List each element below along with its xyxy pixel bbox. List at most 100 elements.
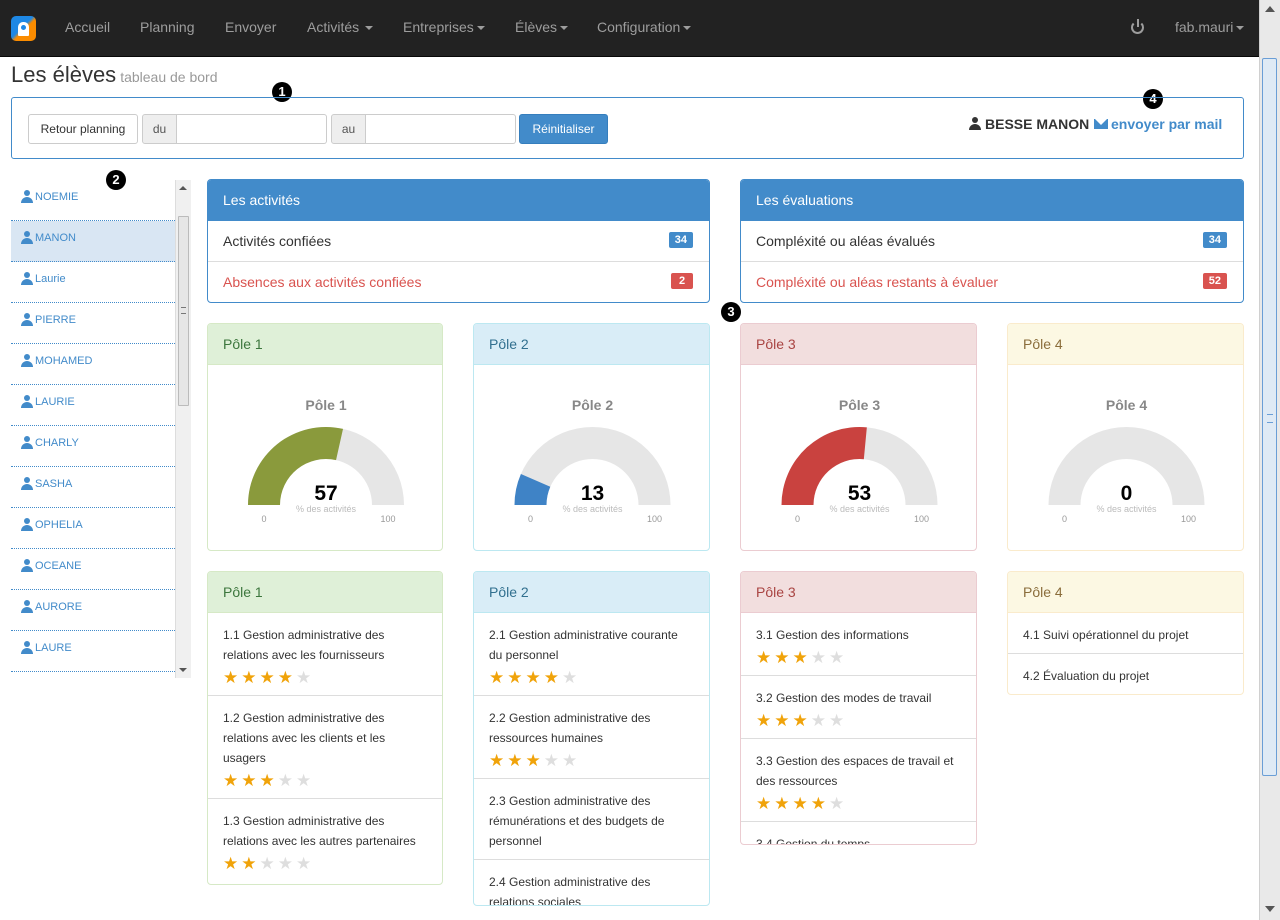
skill-item[interactable]: 2.2 Gestion administrative des ressource… bbox=[474, 696, 709, 779]
skill-label: 2.3 Gestion administrative des rémunérat… bbox=[489, 794, 665, 848]
student-item[interactable]: OPHELIA bbox=[11, 508, 175, 549]
caret-down-icon bbox=[476, 26, 485, 31]
student-item[interactable]: NOEMIE bbox=[11, 180, 175, 221]
user-icon bbox=[21, 190, 33, 203]
evaluations-done-row[interactable]: Compléxité ou aléas évalués 34 bbox=[741, 221, 1243, 262]
nav-configuration-label: Configuration bbox=[597, 19, 681, 35]
star-icon: ★ bbox=[756, 648, 772, 667]
skill-item[interactable]: 3.1 Gestion des informations ★ ★ ★ ★ ★ bbox=[741, 613, 976, 676]
user-icon bbox=[21, 559, 33, 572]
gauge-panel-pole-4: Pôle 4 Pôle 4 0% des activités 0 100 bbox=[1007, 323, 1244, 551]
student-item[interactable]: MANON bbox=[11, 221, 175, 262]
student-item[interactable]: CHARLY bbox=[11, 426, 175, 467]
caret-down-icon bbox=[365, 26, 374, 31]
activities-assigned-row[interactable]: Activités confiées 34 bbox=[208, 221, 709, 262]
student-item[interactable]: MOHAMED bbox=[11, 344, 175, 385]
student-list-scrollbar[interactable] bbox=[175, 180, 191, 678]
gauge-panel-pole-3: Pôle 3 Pôle 3 53% des activités 0 100 bbox=[740, 323, 977, 551]
gauge-unit: % des activités bbox=[829, 504, 890, 514]
skill-item[interactable]: 2.3 Gestion administrative des rémunérat… bbox=[474, 779, 709, 860]
star-rating: ★ ★ ★ ★ ★ bbox=[756, 795, 961, 813]
user-menu-dropdown[interactable]: fab.mauri bbox=[1175, 19, 1245, 35]
window-scrollbar[interactable] bbox=[1259, 0, 1280, 920]
selected-student: BESSE MANON bbox=[969, 116, 1089, 132]
scroll-down-arrow-icon[interactable] bbox=[179, 668, 187, 672]
user-icon bbox=[21, 600, 33, 613]
gauge-chart: Pôle 2 13% des activités 0 100 bbox=[514, 397, 671, 524]
skill-item[interactable]: 3.2 Gestion des modes de travail ★ ★ ★ ★ ★ bbox=[741, 676, 976, 739]
skill-item[interactable]: 2.4 Gestion administrative des relations… bbox=[474, 860, 709, 905]
student-name: MANON bbox=[35, 232, 76, 244]
nav-planning[interactable]: Planning bbox=[140, 19, 195, 35]
nav-envoyer[interactable]: Envoyer bbox=[225, 19, 276, 35]
scroll-down-arrow-icon[interactable] bbox=[1265, 906, 1275, 912]
skill-item[interactable]: 1.1 Gestion administrative des relations… bbox=[208, 613, 442, 696]
student-item[interactable]: LAURIE bbox=[11, 385, 175, 426]
gauge-unit: % des activités bbox=[296, 504, 357, 514]
student-item[interactable]: LAURE bbox=[11, 631, 175, 672]
student-name: LAURIE bbox=[35, 396, 75, 408]
skill-item[interactable]: 4.1 Suivi opérationnel du projet bbox=[1008, 613, 1243, 654]
gauge-unit: % des activités bbox=[1096, 504, 1157, 514]
scroll-up-arrow-icon[interactable] bbox=[179, 186, 187, 190]
nav-activites-dropdown[interactable]: Activités bbox=[307, 19, 374, 35]
user-icon bbox=[969, 117, 981, 130]
user-icon bbox=[21, 436, 33, 449]
caret-down-icon bbox=[560, 26, 569, 31]
student-list-scroll-thumb[interactable] bbox=[178, 216, 189, 406]
power-icon[interactable] bbox=[1131, 19, 1144, 34]
skill-item[interactable]: 3.4 Gestion du temps★★★★★ bbox=[741, 822, 976, 844]
user-icon bbox=[21, 395, 33, 408]
activities-heading: Les activités bbox=[208, 180, 709, 221]
window-scroll-thumb[interactable] bbox=[1262, 58, 1277, 776]
evaluations-remaining-row[interactable]: Compléxité ou aléas restants à évaluer 52 bbox=[741, 262, 1243, 302]
date-from-input[interactable] bbox=[177, 114, 327, 144]
skills-panel-heading: Pôle 4 bbox=[1008, 572, 1243, 613]
star-icon: ★ bbox=[792, 711, 808, 730]
gauge-unit: % des activités bbox=[562, 504, 623, 514]
star-rating: ★ ★ ★ ★ ★ bbox=[223, 669, 427, 687]
gauge-max-label: 100 bbox=[1181, 514, 1196, 524]
skill-item[interactable]: 4.2 Évaluation du projet bbox=[1008, 654, 1243, 694]
activities-panel: Les activités Activités confiées 34 Absen… bbox=[207, 179, 710, 303]
date-from-label: du bbox=[142, 114, 177, 144]
star-rating: ★ ★ ★ ★ ★ bbox=[756, 649, 961, 667]
nav-entreprises-dropdown[interactable]: Entreprises bbox=[403, 19, 485, 35]
gauge-title: Pôle 4 bbox=[1106, 397, 1147, 413]
skill-item[interactable]: 2.1 Gestion administrative courante du p… bbox=[474, 613, 709, 696]
student-item[interactable]: PIERRE bbox=[11, 303, 175, 344]
nav-accueil[interactable]: Accueil bbox=[65, 19, 110, 35]
student-item[interactable]: SASHA bbox=[11, 467, 175, 508]
skill-item[interactable]: 1.3 Gestion administrative des relations… bbox=[208, 799, 442, 881]
user-icon bbox=[21, 354, 33, 367]
student-item[interactable]: Laurie bbox=[11, 262, 175, 303]
count-badge: 34 bbox=[668, 232, 693, 248]
app-logo[interactable] bbox=[11, 16, 36, 41]
gauge-value: 57 bbox=[314, 482, 337, 505]
back-to-planning-button[interactable]: Retour planning bbox=[28, 114, 138, 144]
star-icon: ★ bbox=[507, 751, 523, 770]
send-by-mail-link[interactable]: envoyer par mail bbox=[1094, 116, 1222, 132]
student-item[interactable]: OCEANE bbox=[11, 549, 175, 590]
page-title: Les élèves tableau de bord bbox=[11, 62, 218, 88]
skill-item[interactable]: 3.3 Gestion des espaces de travail et de… bbox=[741, 739, 976, 822]
scroll-up-arrow-icon[interactable] bbox=[1265, 6, 1275, 12]
gauge-max-label: 100 bbox=[914, 514, 929, 524]
skills-panel-heading: Pôle 3 bbox=[741, 572, 976, 613]
gauge-min-label: 0 bbox=[1062, 514, 1067, 524]
gauge-title: Pôle 3 bbox=[839, 397, 880, 413]
skill-item[interactable]: 1.2 Gestion administrative des relations… bbox=[208, 696, 442, 799]
student-item[interactable]: AURORE bbox=[11, 590, 175, 631]
gauge-title: Pôle 2 bbox=[572, 397, 613, 413]
date-to-input[interactable] bbox=[366, 114, 516, 144]
skill-label: 3.3 Gestion des espaces de travail et de… bbox=[756, 754, 954, 788]
reset-button[interactable]: Réinitialiser bbox=[519, 114, 608, 144]
nav-eleves-dropdown[interactable]: Élèves bbox=[515, 19, 569, 35]
nav-configuration-dropdown[interactable]: Configuration bbox=[597, 19, 692, 35]
skills-panel-pole-4: Pôle 4 4.1 Suivi opérationnel du projet 4.… bbox=[1007, 571, 1244, 695]
activities-absences-row[interactable]: Absences aux activités confiées 2 bbox=[208, 262, 709, 302]
selected-student-name: BESSE MANON bbox=[985, 116, 1090, 132]
page-subtitle: tableau de bord bbox=[120, 69, 218, 85]
user-icon bbox=[21, 231, 33, 244]
gauge-chart: Pôle 1 57% des activités 0 100 bbox=[248, 397, 404, 524]
